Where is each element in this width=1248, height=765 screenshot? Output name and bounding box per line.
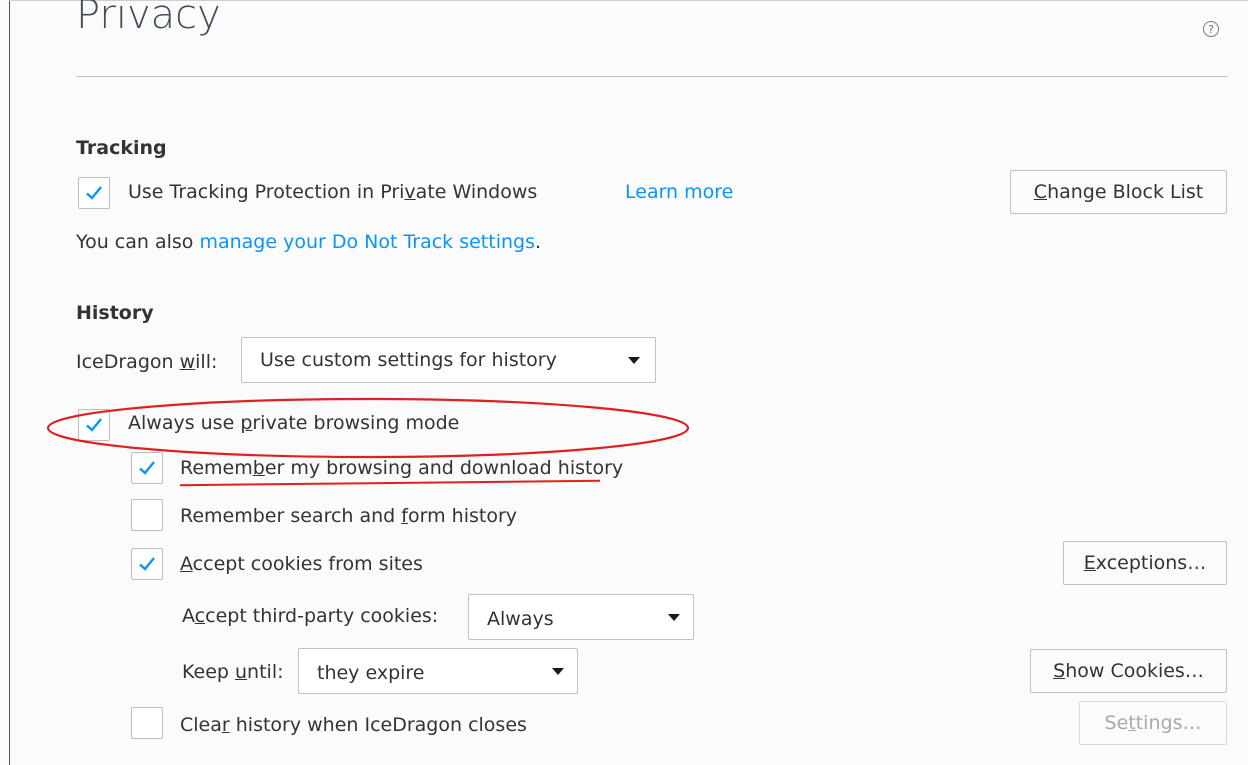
tracking-protection-checkbox[interactable] [78,177,110,209]
annotation-strike [180,479,600,487]
keep-until-value: they expire [317,662,425,684]
keep-until-select[interactable]: they expire [298,648,578,694]
keep-until-label: Keep until: [182,661,284,683]
third-party-cookies-value: Always [487,608,554,630]
dnt-text: You can also manage your Do Not Track se… [76,231,542,253]
window-left-border [9,0,10,765]
third-party-cookies-label: Accept third-party cookies: [182,605,439,627]
exceptions-button[interactable]: Exceptions… [1063,541,1227,585]
private-mode-label: Always use private browsing mode [128,412,460,434]
remember-search-checkbox[interactable] [131,499,163,531]
tracking-protection-label: Use Tracking Protection in Private Windo… [128,181,538,203]
checkmark-icon [139,461,155,475]
page-title: Privacy [76,0,221,38]
learn-more-link[interactable]: Learn more [625,181,733,203]
history-mode-select[interactable]: Use custom settings for history [241,337,656,383]
help-icon[interactable]: ? [1203,21,1219,37]
clear-history-checkbox[interactable] [131,707,163,739]
header-divider [76,76,1228,77]
checkmark-icon [86,186,102,200]
history-mode-value: Use custom settings for history [260,349,557,371]
remember-browsing-label: Remember my browsing and download histor… [180,457,624,479]
accept-cookies-label: Accept cookies from sites [180,553,423,575]
chevron-down-icon [552,668,564,675]
tracking-heading: Tracking [76,137,167,159]
remember-browsing-checkbox[interactable] [131,452,163,484]
clear-history-label: Clear history when IceDragon closes [180,714,527,736]
change-block-list-button[interactable]: Change Block List [1010,170,1227,214]
history-will-label: IceDragon will: [76,351,218,373]
checkmark-icon [86,418,102,432]
clear-history-settings-button[interactable]: Se t tings… [1079,701,1227,745]
accept-cookies-checkbox[interactable] [131,548,163,580]
checkmark-icon [139,557,155,571]
third-party-cookies-select[interactable]: Always [468,594,694,640]
private-mode-checkbox[interactable] [78,409,110,441]
show-cookies-button[interactable]: Show Cookies… [1030,649,1227,693]
history-heading: History [76,302,154,324]
dnt-settings-link[interactable]: manage your Do Not Track settings [199,231,535,253]
chevron-down-icon [668,614,680,621]
chevron-down-icon [628,357,640,364]
remember-search-label: Remember search and form history [180,505,517,527]
